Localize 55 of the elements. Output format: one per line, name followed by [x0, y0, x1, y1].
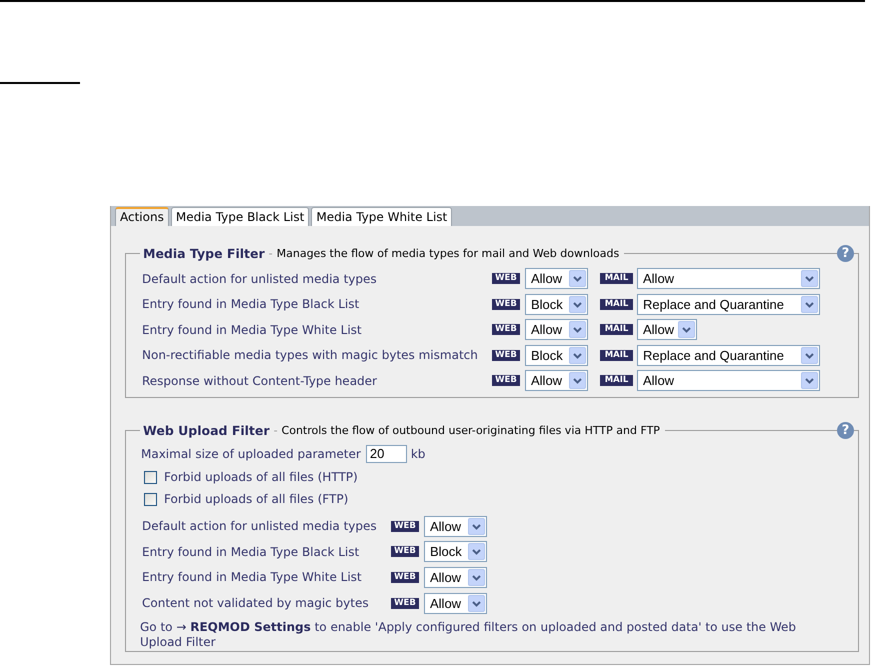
title-separator: - [268, 247, 273, 260]
web-badge: WEB [492, 298, 520, 310]
web-action-select[interactable]: Allow [525, 319, 588, 340]
mail-action-select[interactable]: Allow [637, 268, 820, 289]
mail-badge: MAIL [600, 324, 633, 335]
mail-action-select[interactable]: Replace and Quarantine [637, 294, 820, 314]
checkbox-label: Forbid uploads of all files (FTP) [164, 492, 348, 506]
mail-badge: MAIL [600, 298, 633, 310]
group-title: Media Type Filter [143, 246, 265, 261]
unit-label: kb [410, 447, 426, 461]
checkbox-label: Forbid uploads of all files (HTTP) [164, 470, 358, 484]
mail-action-select[interactable]: Allow [637, 319, 697, 340]
setting-label: Response without Content-Type header [142, 374, 378, 388]
web-badge: WEB [391, 572, 419, 583]
mail-badge: MAIL [600, 350, 633, 360]
size-input[interactable]: 20 [366, 445, 407, 463]
web-action-select[interactable]: Allow [424, 516, 487, 536]
group-description: Controls the flow of outbound user-originating files via HTTP and FTP [282, 424, 660, 437]
mail-badge: MAIL [600, 375, 633, 386]
web-badge: WEB [391, 546, 419, 558]
setting-label: Entry found in Media Type White List [142, 322, 363, 336]
setting-label: Content not validated by magic bytes [142, 596, 370, 610]
tab[interactable]: Actions [115, 207, 169, 226]
setting-label: Entry found in Media Type White List [142, 570, 363, 584]
web-badge: WEB [492, 375, 520, 386]
web-action-select[interactable]: Block [525, 294, 588, 314]
setting-label: Default action for unlisted media types [142, 272, 378, 286]
setting-label: Default action for unlisted media types [142, 519, 378, 533]
web-badge: WEB [391, 520, 419, 532]
checkbox[interactable] [144, 470, 157, 484]
checkbox[interactable] [144, 492, 157, 506]
web-badge: WEB [391, 598, 419, 609]
group-title: Web Upload Filter [143, 423, 270, 438]
upload-filter-note: Go to → REQMOD Settings to enable 'Apply configured filters on uploaded and posted data' to use the Web Upload Filter [140, 620, 798, 650]
web-action-select[interactable]: Block [525, 344, 588, 366]
web-action-select[interactable]: Allow [424, 566, 487, 588]
mail-action-select[interactable]: Allow [637, 370, 820, 391]
title-separator: - [274, 424, 278, 437]
web-action-select[interactable]: Allow [525, 370, 588, 391]
web-badge: WEB [492, 324, 520, 335]
tab[interactable]: Media Type White List [311, 207, 452, 226]
mail-badge: MAIL [600, 273, 633, 284]
web-action-select[interactable]: Allow [525, 268, 588, 289]
tab[interactable]: Media Type Black List [170, 207, 310, 226]
setting-label: Non-rectifiable media types with magic bytes mismatch [142, 348, 479, 362]
setting-label: Entry found in Media Type Black List [142, 544, 360, 559]
web-action-select[interactable]: Block [424, 541, 487, 562]
setting-label: Maximal size of uploaded parameter [141, 447, 361, 461]
setting-label: Entry found in Media Type Black List [142, 297, 360, 311]
web-badge: WEB [492, 273, 520, 284]
group-description: Manages the flow of media types for mail and Web downloads [276, 247, 620, 260]
reqmod-settings-link[interactable]: → REQMOD Settings [176, 620, 311, 634]
mail-action-select[interactable]: Replace and Quarantine [637, 344, 820, 366]
web-action-select[interactable]: Allow [424, 592, 487, 614]
web-badge: WEB [492, 350, 520, 360]
